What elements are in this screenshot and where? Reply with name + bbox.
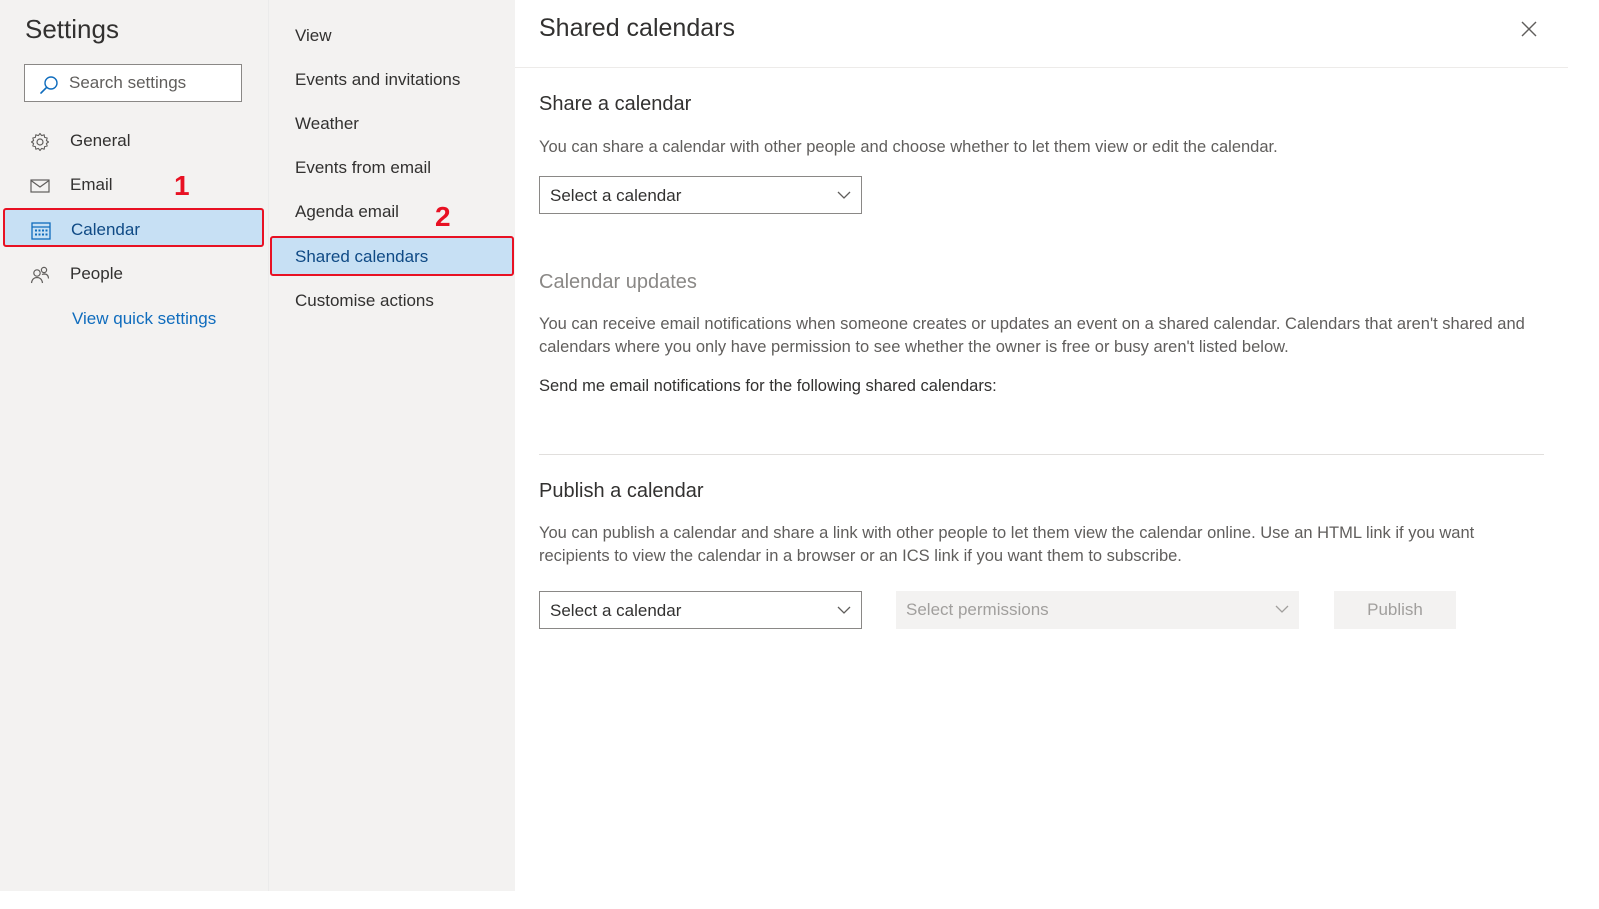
submenu-item-events-and-invitations[interactable]: Events and invitations	[269, 59, 516, 99]
title-divider	[515, 67, 1568, 68]
publish-button-label: Publish	[1367, 600, 1423, 619]
submenu-item-label: Events from email	[295, 158, 432, 177]
submenu-item-events-from-email[interactable]: Events from email	[269, 147, 516, 187]
chevron-down-icon	[837, 191, 851, 199]
submenu-item-view[interactable]: View	[269, 15, 516, 55]
submenu-item-agenda-email[interactable]: Agenda email	[269, 191, 516, 231]
sidebar-item-email[interactable]: Email	[0, 165, 268, 205]
submenu-item-label: View	[295, 26, 332, 45]
submenu-item-label: Shared calendars	[295, 247, 429, 266]
settings-sidebar: Settings General Email Calenda	[0, 0, 268, 891]
submenu-item-label: Customise actions	[295, 291, 434, 310]
view-quick-settings-link[interactable]: View quick settings	[72, 309, 216, 329]
search-settings-box[interactable]	[24, 64, 242, 102]
submenu-item-label: Weather	[295, 114, 359, 133]
people-icon	[30, 266, 50, 284]
close-icon[interactable]	[1520, 20, 1538, 38]
section-divider	[539, 454, 1544, 455]
page-margin-bottom	[0, 891, 1599, 909]
sidebar-item-label: People	[70, 264, 123, 283]
publish-calendar-select-value: Select a calendar	[550, 601, 682, 620]
search-icon	[40, 76, 58, 94]
sidebar-item-label: Calendar	[71, 220, 140, 239]
share-calendar-heading: Share a calendar	[539, 93, 692, 115]
submenu-item-customise-actions[interactable]: Customise actions	[269, 280, 516, 320]
submenu-item-shared-calendars[interactable]: Shared calendars	[270, 236, 514, 276]
publish-button[interactable]: Publish	[1334, 591, 1456, 629]
notifications-prompt: Send me email notifications for the foll…	[539, 377, 997, 395]
publish-calendar-select[interactable]: Select a calendar	[539, 591, 862, 629]
sidebar-item-label: Email	[70, 175, 113, 194]
calendar-updates-description: You can receive email notifications when…	[539, 315, 1525, 356]
sidebar-item-people[interactable]: People	[0, 254, 268, 294]
share-calendar-description: You can share a calendar with other peop…	[539, 138, 1278, 156]
share-calendar-select[interactable]: Select a calendar	[539, 176, 862, 214]
submenu-item-weather[interactable]: Weather	[269, 103, 516, 143]
calendar-icon	[31, 222, 51, 240]
chevron-down-icon	[837, 606, 851, 614]
shared-calendars-pane: Shared calendars Share a calendar You ca…	[515, 0, 1568, 891]
page-title: Shared calendars	[539, 14, 735, 42]
page-margin-right	[1568, 0, 1599, 909]
permissions-select-value: Select permissions	[906, 600, 1049, 619]
gear-icon	[30, 132, 50, 152]
mail-icon	[30, 179, 50, 193]
search-input[interactable]	[69, 73, 234, 93]
submenu-item-label: Events and invitations	[295, 70, 461, 89]
publish-calendar-description: You can publish a calendar and share a l…	[539, 524, 1475, 565]
calendar-updates-heading: Calendar updates	[539, 271, 697, 293]
annotation-marker-2: 2	[435, 201, 451, 232]
publish-calendar-heading: Publish a calendar	[539, 480, 704, 502]
sidebar-item-label: General	[70, 131, 131, 150]
share-calendar-select-value: Select a calendar	[550, 186, 682, 205]
settings-title: Settings	[25, 14, 119, 44]
permissions-select[interactable]: Select permissions	[896, 591, 1299, 629]
calendar-submenu: View Events and invitations Weather Even…	[268, 0, 516, 891]
sidebar-item-general[interactable]: General	[0, 121, 268, 161]
sidebar-item-calendar[interactable]: Calendar	[3, 208, 264, 247]
chevron-down-icon	[1275, 605, 1289, 613]
annotation-marker-1: 1	[174, 170, 190, 201]
submenu-item-label: Agenda email	[295, 202, 399, 221]
